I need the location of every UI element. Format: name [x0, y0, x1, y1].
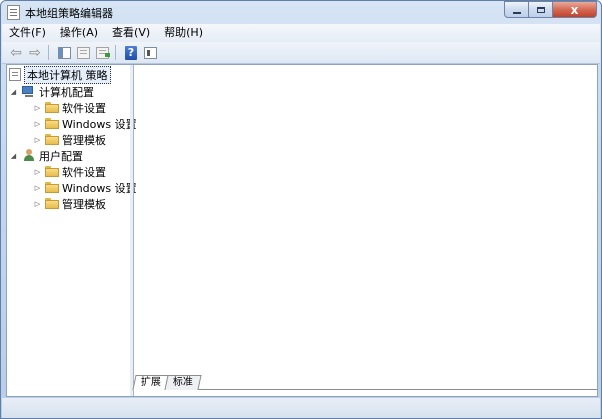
tree-node-label: 管理模板 [62, 197, 106, 211]
help-icon: ? [125, 45, 137, 60]
title-bar[interactable]: 本地组策略编辑器 x [1, 1, 601, 23]
show-tree-icon [57, 46, 71, 59]
tree-node-software-settings[interactable]: ▷ 软件设置 [33, 100, 106, 115]
tab-label: 扩展 [140, 377, 161, 388]
menu-bar: 文件(F) 操作(A) 查看(V) 帮助(H) [2, 24, 600, 42]
details-pane[interactable]: 扩展 标准 [132, 65, 597, 396]
view-tabs: 扩展 标准 [132, 374, 202, 390]
tree-node-label: 计算机配置 [39, 85, 94, 99]
tab-strip-line [134, 389, 597, 390]
folder-icon [45, 118, 59, 129]
folder-icon [45, 102, 59, 113]
tree-node-admin-templates[interactable]: ▷ 管理模板 [33, 196, 106, 211]
tree-node-label: Windows 设置 [62, 117, 137, 131]
computer-icon [22, 85, 36, 98]
folder-icon [45, 134, 59, 145]
maximize-button[interactable] [529, 1, 553, 18]
extended-view-button[interactable] [142, 45, 158, 61]
folder-icon [45, 198, 59, 209]
user-icon [22, 149, 36, 162]
main-content: 本地计算机 策略 ◢ 计算机配置 ▷ 软件设置 ▷ Windows 设置 ▷ 管… [6, 64, 598, 397]
close-icon: x [570, 2, 579, 17]
tree-node-software-settings[interactable]: ▷ 软件设置 [33, 164, 106, 179]
menu-file[interactable]: 文件(F) [2, 24, 53, 42]
toolbar-separator [115, 45, 116, 60]
tree-node-windows-settings[interactable]: ▷ Windows 设置 [33, 180, 137, 195]
collapsed-arrow-icon[interactable]: ▷ [33, 136, 42, 144]
tree-node-windows-settings[interactable]: ▷ Windows 设置 [33, 116, 137, 131]
back-button[interactable]: ⇦ [8, 45, 24, 61]
back-arrow-icon: ⇦ [10, 44, 22, 61]
export-list-icon [95, 46, 110, 59]
menu-help[interactable]: 帮助(H) [157, 24, 210, 42]
properties-icon [76, 46, 90, 59]
folder-icon [45, 166, 59, 177]
tree-node-user-config[interactable]: ◢ 用户配置 [9, 148, 83, 163]
forward-arrow-icon: ⇨ [29, 44, 41, 61]
expanded-arrow-icon[interactable]: ◢ [9, 152, 18, 160]
window-controls: x [504, 1, 597, 19]
policy-document-icon [9, 68, 21, 81]
tab-label: 标准 [172, 377, 193, 388]
maximize-icon [536, 6, 545, 13]
close-button[interactable]: x [553, 1, 597, 18]
folder-icon [45, 182, 59, 193]
collapsed-arrow-icon[interactable]: ▷ [33, 200, 42, 208]
tree-node-computer-config[interactable]: ◢ 计算机配置 [9, 84, 94, 99]
tab-standard[interactable]: 标准 [164, 375, 202, 390]
properties-button[interactable] [75, 45, 91, 61]
toolbar: ⇦ ⇨ ? [2, 42, 600, 64]
tree-node-label: 用户配置 [39, 149, 83, 163]
app-window: 本地组策略编辑器 x 文件(F) 操作(A) 查看(V) 帮助(H) ⇦ ⇨ ?… [0, 0, 602, 419]
tree-node-label: 管理模板 [62, 133, 106, 147]
tree-node-label: 软件设置 [62, 101, 106, 115]
tree-node-label: 软件设置 [62, 165, 106, 179]
tree-node-label: 本地计算机 策略 [24, 65, 111, 84]
collapsed-arrow-icon[interactable]: ▷ [33, 120, 42, 128]
status-bar [2, 398, 600, 418]
toolbar-separator [48, 45, 49, 60]
tree-node-label: Windows 设置 [62, 181, 137, 195]
collapsed-arrow-icon[interactable]: ▷ [33, 104, 42, 112]
console-tree[interactable]: 本地计算机 策略 ◢ 计算机配置 ▷ 软件设置 ▷ Windows 设置 ▷ 管… [7, 65, 137, 396]
window-title: 本地组策略编辑器 [25, 7, 113, 20]
policy-editor-app-icon[interactable] [7, 5, 20, 20]
export-list-button[interactable] [94, 45, 110, 61]
minimize-button[interactable] [504, 1, 529, 18]
menu-view[interactable]: 查看(V) [105, 24, 157, 42]
extended-view-icon [143, 46, 157, 59]
collapsed-arrow-icon[interactable]: ▷ [33, 184, 42, 192]
collapsed-arrow-icon[interactable]: ▷ [33, 168, 42, 176]
menu-action[interactable]: 操作(A) [53, 24, 105, 42]
show-hide-tree-button[interactable] [56, 45, 72, 61]
tree-node-root[interactable]: 本地计算机 策略 [9, 65, 111, 84]
minimize-icon [512, 11, 521, 14]
help-button[interactable]: ? [123, 45, 139, 61]
expanded-arrow-icon[interactable]: ◢ [9, 88, 18, 96]
tree-node-admin-templates[interactable]: ▷ 管理模板 [33, 132, 106, 147]
forward-button[interactable]: ⇨ [27, 45, 43, 61]
